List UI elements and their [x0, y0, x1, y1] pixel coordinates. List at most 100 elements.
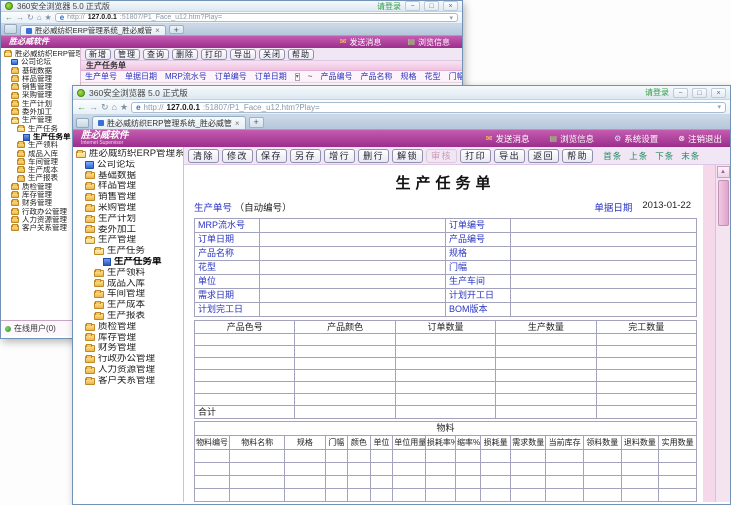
toolbar-button[interactable]: 管理 [114, 49, 140, 60]
grid-cell[interactable] [395, 334, 495, 346]
favorites-icon[interactable]: ★ [45, 14, 52, 22]
minimize-button[interactable]: − [673, 88, 688, 98]
grid-cell[interactable] [621, 489, 659, 502]
grid-cell[interactable] [195, 358, 295, 370]
field-value-cell[interactable] [511, 289, 697, 303]
sidebar-item[interactable]: 生产管理 [4, 116, 80, 124]
grid-cell[interactable] [230, 489, 285, 502]
grid-cell[interactable] [659, 450, 697, 463]
sidebar-item[interactable]: 生产领料 [76, 268, 183, 279]
nav-link[interactable]: 上条 [629, 150, 648, 162]
grid-cell[interactable] [195, 334, 295, 346]
toolbar-button[interactable]: 返回 [528, 149, 559, 163]
toolbar-button[interactable]: 修改 [222, 149, 253, 163]
sidebar-item[interactable]: 生产报表 [76, 311, 183, 322]
grid-cell[interactable] [659, 502, 697, 503]
login-link[interactable]: 请登录 [377, 1, 401, 12]
sidebar-item[interactable]: 人力资源管理 [76, 365, 183, 376]
sidebar-item[interactable]: 客户关系管理 [4, 224, 80, 232]
field-value-cell[interactable] [260, 289, 446, 303]
grid-cell[interactable] [596, 346, 696, 358]
grid-cell[interactable] [481, 502, 511, 503]
grid-cell[interactable] [481, 489, 511, 502]
date-range-dropdown[interactable]: ▾ [295, 73, 300, 81]
banner-link[interactable]: ✉发送消息 [486, 133, 530, 145]
sidebar-item[interactable]: 成品入库 [76, 279, 183, 290]
grid-cell[interactable] [195, 382, 295, 394]
field-value-cell[interactable] [260, 233, 446, 247]
grid-cell[interactable] [195, 370, 295, 382]
grid-cell[interactable] [295, 346, 395, 358]
toolbar-button[interactable]: 打印 [201, 49, 227, 60]
field-value-cell[interactable] [511, 303, 697, 317]
browser-tab[interactable]: 胜必威纺织ERP管理系统_胜必威管 × [92, 116, 246, 129]
toolbar-button[interactable]: 删行 [358, 149, 389, 163]
grid-cell[interactable] [295, 382, 395, 394]
sidebar-item[interactable]: 行政办公管理 [4, 208, 80, 216]
sidebar-root[interactable]: 胜必威纺织ERP管理系统 [76, 149, 183, 160]
grid-cell[interactable] [583, 489, 621, 502]
sidebar-item[interactable]: 生产任务单 [76, 257, 183, 268]
sidebar-item[interactable]: 人力资源管理 [4, 216, 80, 224]
grid-cell[interactable] [425, 450, 455, 463]
grid-cell[interactable] [348, 450, 371, 463]
grid-cell[interactable] [455, 502, 480, 503]
field-value-cell[interactable] [260, 219, 446, 233]
field-value-cell[interactable] [511, 219, 697, 233]
tab-close-icon[interactable]: × [235, 119, 240, 128]
grid-cell[interactable] [295, 394, 395, 406]
field-value-cell[interactable] [511, 275, 697, 289]
grid-cell[interactable] [425, 463, 455, 476]
grid-cell[interactable] [348, 463, 371, 476]
grid-cell[interactable] [496, 334, 596, 346]
toolbar-button[interactable]: 另存 [290, 149, 321, 163]
sidebar-item[interactable]: 成品入库 [4, 150, 80, 158]
sidebar-item[interactable]: 生产成本 [4, 166, 80, 174]
grid-cell[interactable] [295, 370, 395, 382]
grid-cell[interactable] [621, 502, 659, 503]
toolbar-button[interactable]: 新增 [85, 49, 111, 60]
grid-cell[interactable] [285, 502, 325, 503]
sidebar-item[interactable]: 公司论坛 [4, 58, 80, 66]
field-value-cell[interactable] [260, 261, 446, 275]
grid-cell[interactable] [455, 450, 480, 463]
grid-cell[interactable] [546, 476, 584, 489]
toolbar-button[interactable]: 导出 [494, 149, 525, 163]
online-users[interactable]: 在线用户(0) [1, 320, 80, 336]
grid-cell[interactable] [546, 463, 584, 476]
nav-link[interactable]: 首条 [603, 150, 622, 162]
sidebar-item[interactable]: 库存管理 [76, 333, 183, 344]
grid-cell[interactable] [195, 450, 230, 463]
grid-cell[interactable] [230, 450, 285, 463]
sidebar-item[interactable]: 生产计划 [4, 100, 80, 108]
grid-cell[interactable] [325, 450, 348, 463]
url-box[interactable]: e http://127.0.0.1:51807/P1_Face_u12.htm… [131, 102, 726, 113]
toolbar-button[interactable]: 保存 [256, 149, 287, 163]
grid-cell[interactable] [393, 463, 426, 476]
browser-tab[interactable]: 胜必威纺织ERP管理系统_胜必威管 × [20, 25, 166, 35]
home-icon[interactable]: ⌂ [112, 103, 117, 112]
close-button[interactable]: × [711, 88, 726, 98]
grid-cell[interactable] [425, 476, 455, 489]
grid-cell[interactable] [596, 358, 696, 370]
grid-cell[interactable] [325, 463, 348, 476]
toolbar-button[interactable]: 打印 [460, 149, 491, 163]
field-value-cell[interactable] [260, 303, 446, 317]
forward-icon[interactable]: → [16, 14, 24, 22]
sidebar-item[interactable]: 基础数据 [76, 171, 183, 182]
banner-link[interactable]: ▤浏览信息 [550, 133, 595, 145]
grid-cell[interactable] [195, 489, 230, 502]
sidebar-item[interactable]: 质检管理 [4, 183, 80, 191]
grid-cell[interactable] [195, 346, 295, 358]
toolbar-button[interactable]: 清除 [188, 149, 219, 163]
toolbar-button[interactable]: 帮助 [562, 149, 593, 163]
scroll-up-icon[interactable]: ▲ [717, 166, 730, 178]
field-value-cell[interactable] [511, 233, 697, 247]
grid-cell[interactable] [230, 476, 285, 489]
field-value-cell[interactable] [260, 275, 446, 289]
maximize-button[interactable]: □ [424, 1, 439, 11]
grid-cell[interactable] [455, 489, 480, 502]
toolbar-button[interactable]: 删除 [172, 49, 198, 60]
toolbar-button[interactable]: 查询 [143, 49, 169, 60]
grid-cell[interactable] [511, 476, 546, 489]
